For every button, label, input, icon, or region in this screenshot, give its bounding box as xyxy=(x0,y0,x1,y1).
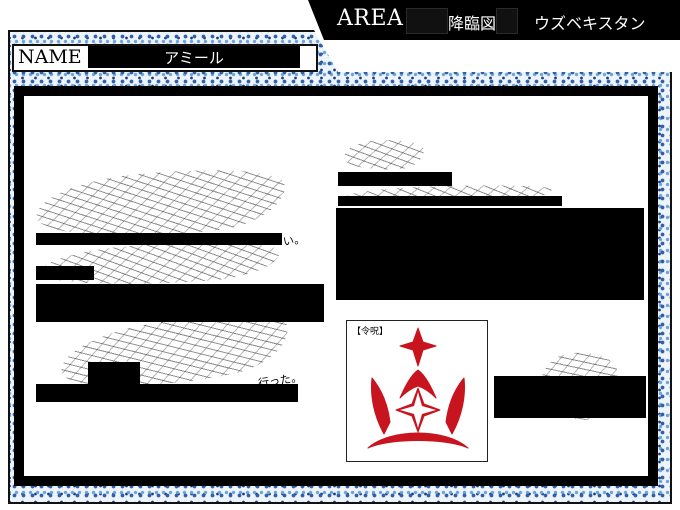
redaction-bar xyxy=(88,362,140,386)
area-label: AREA xyxy=(337,6,404,31)
name-value: アミール xyxy=(164,49,224,67)
name-label: NAME xyxy=(18,46,82,68)
redaction-bar xyxy=(338,172,452,186)
area-redaction-2 xyxy=(496,8,518,34)
handwritten-text: い。 xyxy=(282,232,306,249)
redaction-block xyxy=(494,376,646,418)
area-redaction-1 xyxy=(406,8,448,34)
area-country: ウズベキスタン xyxy=(534,14,646,33)
redaction-bar xyxy=(338,196,562,206)
redaction-block xyxy=(36,284,324,322)
command-seal-icon xyxy=(367,327,469,449)
redaction-block xyxy=(336,208,644,300)
area-place: 降臨図 xyxy=(448,14,497,33)
redaction-bar xyxy=(36,233,282,245)
redaction-bar xyxy=(36,266,94,280)
